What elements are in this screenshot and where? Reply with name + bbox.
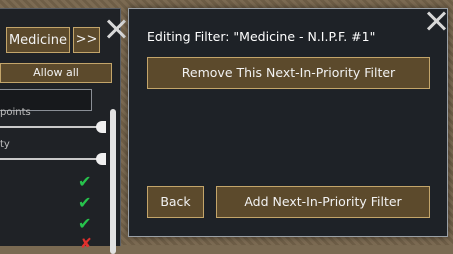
close-icon[interactable] xyxy=(426,11,446,31)
add-filter-button[interactable]: Add Next-In-Priority Filter xyxy=(216,186,430,218)
medicine-tab[interactable]: Medicine xyxy=(6,27,70,53)
back-button[interactable]: Back xyxy=(147,186,204,218)
cross-icon[interactable]: ✘ xyxy=(80,237,92,251)
check-icon[interactable]: ✔ xyxy=(78,216,91,232)
allow-all-button[interactable]: Allow all xyxy=(0,63,112,83)
scrollbar[interactable] xyxy=(110,109,116,254)
filter-panel: Medicine >> Allow all points ty ✔ ✔ ✔ ✘ xyxy=(0,8,121,254)
hit-points-slider-handle[interactable] xyxy=(96,121,106,133)
quality-slider-handle[interactable] xyxy=(96,153,106,165)
check-icon[interactable]: ✔ xyxy=(78,195,91,211)
quality-label: ty xyxy=(0,139,10,150)
quality-slider-track[interactable] xyxy=(0,158,98,160)
edit-filter-dialog: Editing Filter: "Medicine - N.I.P.F. #1"… xyxy=(128,8,448,237)
close-icon[interactable] xyxy=(106,19,126,39)
dialog-title: Editing Filter: "Medicine - N.I.P.F. #1" xyxy=(147,29,376,44)
next-filter-button[interactable]: >> xyxy=(73,27,100,53)
remove-filter-button[interactable]: Remove This Next-In-Priority Filter xyxy=(147,57,430,89)
check-icon[interactable]: ✔ xyxy=(78,174,91,190)
hit-points-label: points xyxy=(0,107,31,118)
hit-points-slider-track[interactable] xyxy=(0,126,98,128)
